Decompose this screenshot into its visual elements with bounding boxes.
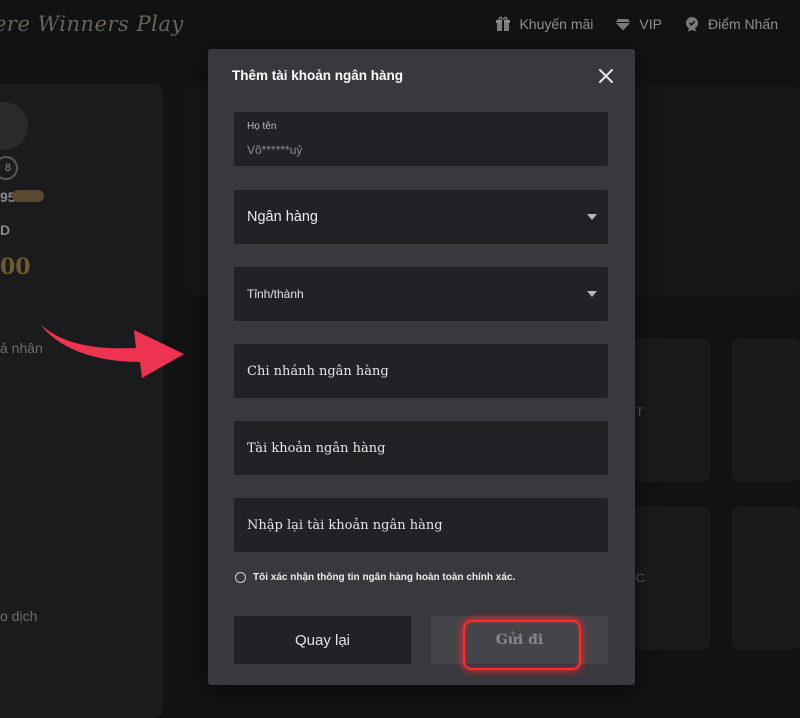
level-badge: 8	[0, 156, 18, 180]
account-number-input[interactable]: Tài khoản ngân hàng	[234, 421, 608, 475]
vip-mini-badge	[12, 190, 44, 202]
confirm-info-label: Tôi xác nhận thông tin ngân hàng hoàn to…	[253, 572, 516, 583]
add-bank-account-modal: Thêm tài khoản ngân hàng Họ tên Võ******…	[208, 49, 635, 685]
account-number-placeholder: Tài khoản ngân hàng	[247, 440, 386, 456]
back-button[interactable]: Quay lại	[234, 616, 411, 664]
province-select-value: Tỉnh/thành	[247, 287, 304, 301]
avatar	[0, 102, 28, 150]
nav-promotions[interactable]: Khuyến mãi	[495, 16, 593, 32]
confirm-info-radio[interactable]: Tôi xác nhận thông tin ngân hàng hoàn to…	[235, 572, 515, 583]
nav-promotions-label: Khuyến mãi	[519, 16, 594, 32]
top-navigation: Khuyến mãi VIP Điểm Nhấn	[495, 16, 778, 32]
game-card[interactable]	[732, 506, 800, 650]
nav-vip-label: VIP	[639, 16, 662, 32]
radio-button[interactable]	[235, 572, 246, 583]
account-number-confirm-placeholder: Nhập lại tài khoản ngân hàng	[247, 517, 443, 533]
bank-select[interactable]: Ngân hàng	[234, 190, 608, 244]
balance-fragment: 00	[0, 254, 31, 280]
send-button[interactable]: Gửi đi	[431, 616, 608, 664]
account-number-confirm-input[interactable]: Nhập lại tài khoản ngân hàng	[234, 498, 608, 552]
medal-icon	[685, 17, 698, 32]
chevron-down-icon	[587, 291, 597, 297]
arrow-annotation-icon	[40, 324, 184, 378]
card-label-fragment: T	[636, 405, 644, 419]
fullname-value: Võ******uỷ	[247, 143, 303, 157]
branch-input[interactable]: Chi nhánh ngân hàng	[234, 344, 608, 398]
branch-input-placeholder: Chi nhánh ngân hàng	[247, 363, 389, 379]
sidebar-item-profile[interactable]: ả nhân	[0, 340, 43, 356]
gift-icon	[496, 16, 511, 31]
bank-select-value: Ngân hàng	[247, 209, 318, 225]
province-select[interactable]: Tỉnh/thành	[234, 267, 608, 321]
card-label-fragment: C	[636, 571, 645, 585]
diamond-icon	[615, 19, 631, 31]
fullname-field: Họ tên Võ******uỷ	[234, 112, 608, 166]
chevron-down-icon	[587, 214, 597, 220]
site-logo[interactable]: ere Winners Play	[0, 12, 184, 36]
game-card[interactable]	[732, 338, 800, 482]
nav-highlights[interactable]: Điểm Nhấn	[684, 16, 778, 32]
nav-vip[interactable]: VIP	[615, 16, 662, 32]
nav-highlights-label: Điểm Nhấn	[707, 16, 778, 32]
close-icon[interactable]	[595, 65, 617, 87]
modal-title: Thêm tài khoản ngân hàng	[232, 68, 404, 83]
fullname-label: Họ tên	[247, 121, 277, 132]
currency-fragment: D	[0, 222, 11, 238]
game-card[interactable]	[632, 338, 710, 482]
sidebar-item-history[interactable]: o dịch	[0, 608, 37, 624]
